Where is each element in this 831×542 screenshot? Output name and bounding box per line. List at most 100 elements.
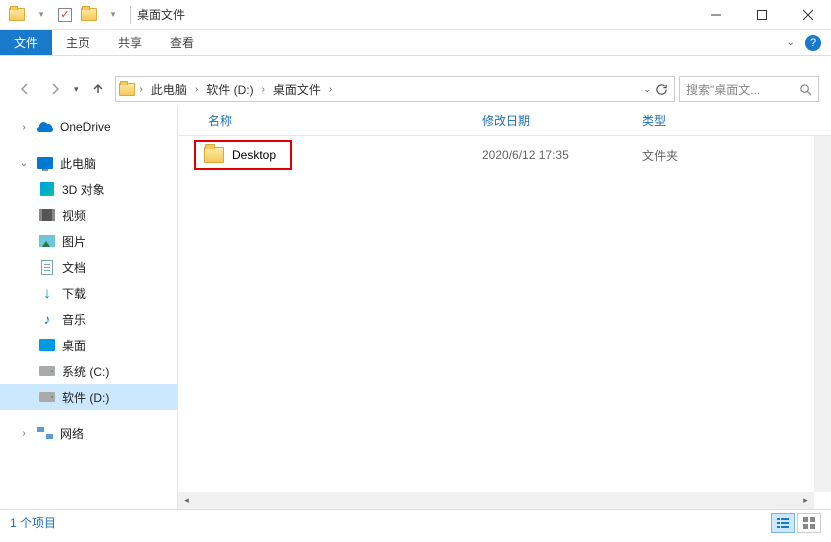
folder-icon xyxy=(204,147,224,163)
nav-history-dropdown[interactable]: ▾ xyxy=(72,84,81,95)
search-icon xyxy=(799,83,812,96)
address-row: ▾ › 此电脑 › 软件 (D:) › 桌面文件 › ⌄ 搜索"桌面文... xyxy=(0,72,831,106)
horizontal-scrollbar[interactable]: ◂ ▸ xyxy=(178,492,814,509)
file-row[interactable]: Desktop 2020/6/12 17:35 文件夹 xyxy=(178,136,831,174)
column-headers: 名称 修改日期 类型 xyxy=(178,106,831,136)
title-bar: ▾ ✓ ▾ 桌面文件 xyxy=(0,0,831,30)
tab-home[interactable]: 主页 xyxy=(52,30,104,55)
tree-label: 桌面 xyxy=(62,337,86,354)
tree-videos[interactable]: 视频 xyxy=(0,202,177,228)
chevron-right-icon[interactable]: › xyxy=(327,84,334,95)
window-controls xyxy=(693,0,831,30)
breadcrumb-folder[interactable]: 桌面文件 xyxy=(269,77,325,101)
tree-drive-d[interactable]: 软件 (D:) xyxy=(0,384,177,410)
chevron-right-icon[interactable]: › xyxy=(18,122,30,133)
desktop-icon xyxy=(39,339,55,351)
view-mode-buttons xyxy=(771,513,821,533)
qat-dropdown-icon[interactable]: ▾ xyxy=(102,4,124,26)
chevron-right-icon[interactable]: › xyxy=(138,84,145,95)
video-icon xyxy=(39,209,55,221)
details-view-button[interactable] xyxy=(771,513,795,533)
tree-desktop[interactable]: 桌面 xyxy=(0,332,177,358)
drive-icon xyxy=(39,366,55,376)
tree-label: 系统 (C:) xyxy=(62,363,109,380)
tab-file[interactable]: 文件 xyxy=(0,30,52,55)
network-icon xyxy=(37,427,53,439)
tree-onedrive[interactable]: › OneDrive xyxy=(0,114,177,140)
tree-drive-c[interactable]: 系统 (C:) xyxy=(0,358,177,384)
vertical-scrollbar[interactable] xyxy=(814,136,831,492)
download-icon: ↓ xyxy=(38,284,56,302)
tree-label: 此电脑 xyxy=(60,155,96,172)
tree-pictures[interactable]: 图片 xyxy=(0,228,177,254)
tree-label: 网络 xyxy=(60,425,84,442)
window-title: 桌面文件 xyxy=(137,6,185,23)
navigation-tree: › OneDrive ⌄ 此电脑 3D 对象 视频 图片 文档 ↓ 下载 xyxy=(0,106,178,509)
minimize-button[interactable] xyxy=(693,0,739,30)
search-placeholder: 搜索"桌面文... xyxy=(686,81,760,98)
close-button[interactable] xyxy=(785,0,831,30)
ribbon-expand-icon[interactable]: ⌄ xyxy=(787,37,795,48)
drive-icon xyxy=(39,392,55,402)
folder-icon xyxy=(6,4,28,26)
tree-label: 视频 xyxy=(62,207,86,224)
help-icon[interactable]: ? xyxy=(805,35,821,51)
status-text: 1 个项目 xyxy=(10,514,56,531)
breadcrumb-pc[interactable]: 此电脑 xyxy=(147,77,191,101)
header-name[interactable]: 名称 xyxy=(178,112,478,129)
search-input[interactable]: 搜索"桌面文... xyxy=(679,76,819,102)
quick-access-toolbar: ▾ ✓ ▾ xyxy=(0,4,124,26)
maximize-button[interactable] xyxy=(739,0,785,30)
address-dropdown-icon[interactable]: ⌄ xyxy=(643,84,651,95)
chevron-right-icon[interactable]: › xyxy=(18,428,30,439)
address-bar[interactable]: › 此电脑 › 软件 (D:) › 桌面文件 › ⌄ xyxy=(115,76,675,102)
onedrive-icon xyxy=(37,122,53,132)
tree-this-pc[interactable]: ⌄ 此电脑 xyxy=(0,150,177,176)
status-bar: 1 个项目 xyxy=(0,509,831,535)
properties-checkbox-icon[interactable]: ✓ xyxy=(54,4,76,26)
tree-documents[interactable]: 文档 xyxy=(0,254,177,280)
3d-objects-icon xyxy=(40,182,54,196)
folder-icon xyxy=(118,80,136,98)
chevron-down-icon[interactable]: ⌄ xyxy=(18,158,30,169)
scroll-left-button[interactable]: ◂ xyxy=(178,492,195,509)
tab-view[interactable]: 查看 xyxy=(156,30,208,55)
breadcrumb-drive[interactable]: 软件 (D:) xyxy=(202,77,257,101)
header-date[interactable]: 修改日期 xyxy=(478,112,638,129)
refresh-icon[interactable] xyxy=(655,83,668,96)
tree-label: 音乐 xyxy=(62,311,86,328)
tab-share[interactable]: 共享 xyxy=(104,30,156,55)
tree-label: 下载 xyxy=(62,285,86,302)
tree-network[interactable]: › 网络 xyxy=(0,420,177,446)
chevron-right-icon[interactable]: › xyxy=(193,84,200,95)
nav-up-button[interactable] xyxy=(85,76,111,102)
tree-3d-objects[interactable]: 3D 对象 xyxy=(0,176,177,202)
tree-label: 文档 xyxy=(62,259,86,276)
folder-icon xyxy=(78,4,100,26)
icons-view-button[interactable] xyxy=(797,513,821,533)
file-date: 2020/6/12 17:35 xyxy=(478,148,638,162)
tree-music[interactable]: ♪ 音乐 xyxy=(0,306,177,332)
tree-downloads[interactable]: ↓ 下载 xyxy=(0,280,177,306)
tree-label: 3D 对象 xyxy=(62,181,105,198)
file-type: 文件夹 xyxy=(638,147,831,164)
tree-label: OneDrive xyxy=(60,120,111,134)
document-icon xyxy=(41,260,53,275)
content-pane: 名称 修改日期 类型 Desktop 2020/6/12 17:35 文件夹 ◂… xyxy=(178,106,831,509)
qat-separator: ▾ xyxy=(30,4,52,26)
nav-forward-button[interactable] xyxy=(42,76,68,102)
header-type[interactable]: 类型 xyxy=(638,112,831,129)
chevron-right-icon[interactable]: › xyxy=(260,84,267,95)
main-area: › OneDrive ⌄ 此电脑 3D 对象 视频 图片 文档 ↓ 下载 xyxy=(0,106,831,509)
tree-label: 软件 (D:) xyxy=(62,389,109,406)
file-name: Desktop xyxy=(232,148,276,162)
tree-label: 图片 xyxy=(62,233,86,250)
ribbon-tabs: 文件 主页 共享 查看 ⌄ ? xyxy=(0,30,831,56)
nav-back-button[interactable] xyxy=(12,76,38,102)
pictures-icon xyxy=(39,235,55,247)
scroll-right-button[interactable]: ▸ xyxy=(797,492,814,509)
pc-icon xyxy=(37,157,53,169)
title-separator xyxy=(130,6,131,24)
music-icon: ♪ xyxy=(38,310,56,328)
highlighted-item: Desktop xyxy=(194,140,292,170)
